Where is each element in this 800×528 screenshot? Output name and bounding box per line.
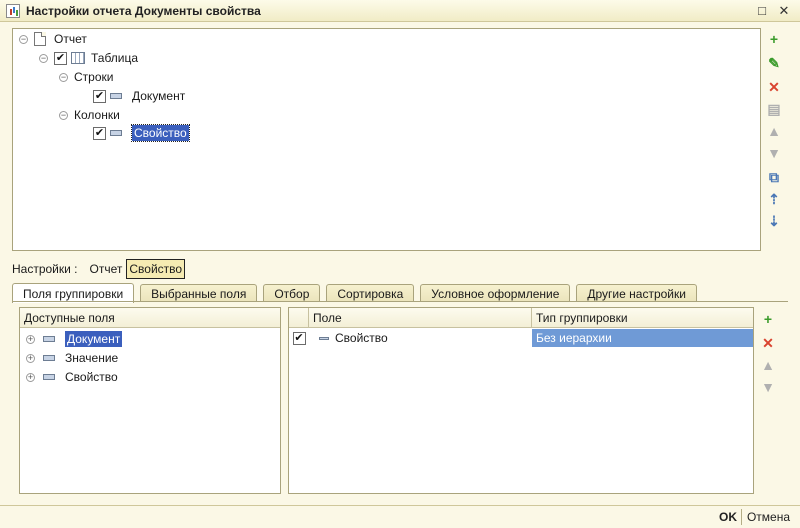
move-level-up-icon[interactable]: ⇡ — [765, 190, 783, 208]
settings-breadcrumb: Настройки : Отчет Свойство — [12, 259, 186, 279]
move-level-down-icon[interactable]: ⇣ — [765, 212, 783, 230]
header-grouping-type[interactable]: Тип группировки — [532, 308, 753, 327]
tree-node-columns[interactable]: − Колонки — [59, 106, 120, 124]
delete-field-icon[interactable]: ✕ — [759, 334, 777, 352]
row-field-cell: Свойство — [309, 331, 532, 345]
checkbox-table[interactable]: ✔ — [54, 51, 67, 65]
field-icon — [43, 336, 55, 342]
ok-button[interactable]: OK — [719, 510, 737, 524]
expand-icon[interactable]: + — [26, 353, 35, 363]
list-item[interactable]: + Свойство — [26, 368, 118, 386]
dialog-footer: OK Отмена — [0, 505, 800, 528]
report-app-icon — [6, 3, 20, 18]
collapse-icon[interactable]: − — [59, 72, 68, 82]
window-title: Настройки отчета Документы свойства — [26, 3, 261, 18]
report-structure-tree: − Отчет − ✔ Таблица − Строки ✔ Документ … — [12, 28, 761, 251]
tree-node-property[interactable]: ✔ Свойство — [93, 124, 190, 142]
header-field[interactable]: Поле — [309, 308, 532, 327]
field-icon — [319, 336, 329, 340]
add-grouping-icon[interactable]: + — [765, 30, 783, 48]
settings-label: Настройки : — [12, 262, 78, 276]
checkbox-property[interactable]: ✔ — [93, 126, 106, 140]
tab-grouping-fields[interactable]: Поля группировки — [12, 283, 135, 303]
tab-other-settings[interactable]: Другие настройки — [576, 284, 697, 302]
crumb-property[interactable]: Свойство — [126, 259, 186, 279]
table-icon — [71, 52, 85, 64]
grouping-field-icon — [110, 93, 122, 99]
title-bar: Настройки отчета Документы свойства □ ✕ — [0, 0, 800, 22]
collapse-icon[interactable]: − — [39, 53, 48, 63]
tree-label-document: Документ — [132, 89, 186, 103]
tree-node-rows[interactable]: − Строки — [59, 68, 113, 86]
settings-tabs: Поля группировки Выбранные поля Отбор Со… — [12, 282, 703, 303]
collapse-icon[interactable]: − — [19, 34, 28, 44]
row-checkbox-cell: ✔ — [289, 331, 309, 345]
expand-icon[interactable]: + — [26, 334, 35, 344]
move-up-icon[interactable]: ▲ — [759, 356, 777, 374]
tree-node-report[interactable]: − Отчет — [19, 30, 87, 48]
move-down-icon[interactable]: ▼ — [759, 378, 777, 396]
row-field-label: Свойство — [335, 331, 388, 345]
grouping-toolbar: + ✕ ▲ ▼ — [758, 310, 778, 396]
structure-toolbar: + ✎ ✕ ▤ ▲ ▼ ⧉ ⇡ ⇣ — [764, 30, 784, 230]
add-field-icon[interactable]: + — [759, 310, 777, 328]
edit-pencil-icon[interactable]: ✎ — [765, 54, 783, 72]
checkbox-document[interactable]: ✔ — [93, 89, 106, 103]
tree-label-columns: Колонки — [74, 108, 120, 122]
field-icon — [43, 374, 55, 380]
field-label: Свойство — [65, 370, 118, 384]
header-checkbox-column — [289, 308, 309, 327]
tree-label-report: Отчет — [54, 32, 87, 46]
field-label: Документ — [65, 331, 123, 347]
crumb-report[interactable]: Отчет — [90, 262, 123, 276]
list-item[interactable]: + Значение — [26, 349, 118, 367]
list-item[interactable]: + Документ — [26, 330, 123, 348]
document-icon — [34, 32, 46, 46]
tab-sorting[interactable]: Сортировка — [326, 284, 415, 302]
tree-label-rows: Строки — [74, 70, 114, 84]
tree-node-table[interactable]: − ✔ Таблица — [39, 49, 138, 67]
clear-icon[interactable]: ▤ — [765, 100, 783, 118]
footer-divider — [741, 509, 742, 525]
tab-selected-fields[interactable]: Выбранные поля — [140, 284, 258, 302]
row-checkbox[interactable]: ✔ — [292, 331, 306, 345]
maximize-icon[interactable]: □ — [754, 3, 770, 19]
tree-label-table: Таблица — [91, 51, 139, 65]
tree-label-property: Свойство — [131, 124, 190, 142]
field-label: Значение — [65, 351, 119, 365]
group-icon[interactable]: ⧉ — [765, 168, 783, 186]
move-down-icon[interactable]: ▼ — [765, 144, 783, 162]
delete-icon[interactable]: ✕ — [765, 78, 783, 96]
close-icon[interactable]: ✕ — [776, 3, 792, 19]
tree-node-document[interactable]: ✔ Документ — [93, 87, 185, 105]
grouping-field-icon — [110, 130, 122, 136]
table-header: Поле Тип группировки — [289, 308, 753, 328]
table-row[interactable]: ✔ Свойство Без иерархии — [289, 329, 753, 347]
field-icon — [43, 355, 55, 361]
row-grouping-type[interactable]: Без иерархии — [532, 329, 753, 347]
tab-filter[interactable]: Отбор — [263, 284, 321, 302]
cancel-button[interactable]: Отмена — [747, 510, 790, 524]
collapse-icon[interactable]: − — [59, 110, 68, 120]
available-fields-panel: Доступные поля + Документ + Значение + С… — [19, 307, 281, 494]
available-fields-title: Доступные поля — [24, 310, 115, 325]
available-fields-header: Доступные поля — [20, 308, 280, 328]
move-up-icon[interactable]: ▲ — [765, 122, 783, 140]
tab-conditional-formatting[interactable]: Условное оформление — [420, 284, 571, 302]
grouping-fields-table: Поле Тип группировки ✔ Свойство Без иера… — [288, 307, 754, 494]
expand-icon[interactable]: + — [26, 372, 35, 382]
